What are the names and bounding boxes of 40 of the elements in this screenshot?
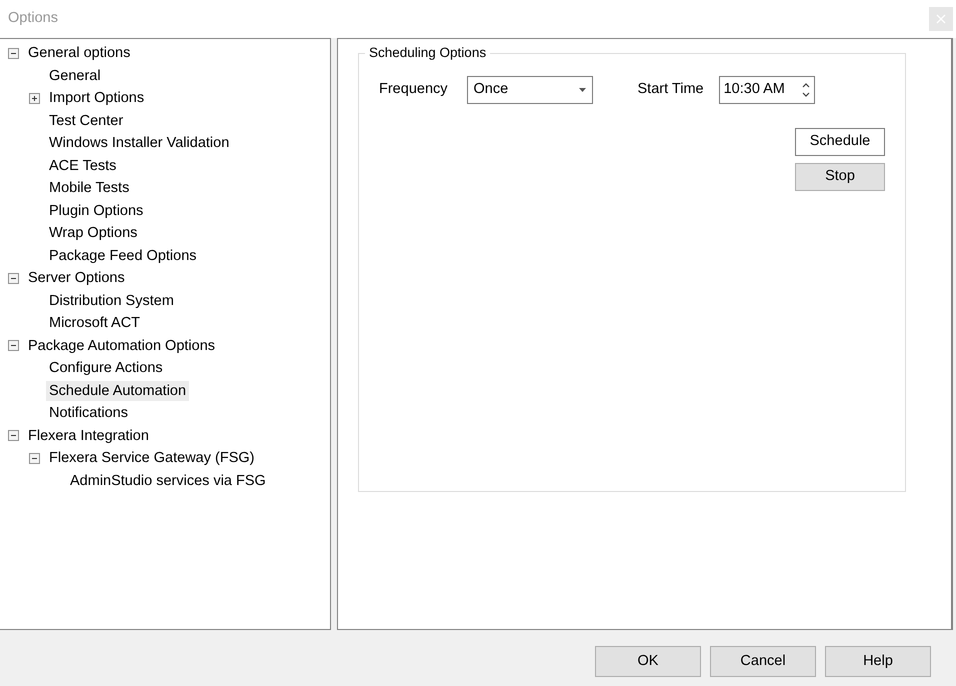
window-title: Options (8, 9, 58, 28)
tree-item[interactable]: Configure Actions (46, 358, 166, 378)
tree-item[interactable]: Server Options (25, 268, 128, 288)
dialog-button[interactable]: OK (595, 646, 701, 677)
frequency-label: Frequency (379, 80, 448, 100)
collapse-icon[interactable] (29, 452, 40, 464)
spinner-icon (802, 82, 810, 98)
close-icon (936, 14, 946, 24)
action-button[interactable]: Stop (795, 163, 885, 192)
dialog-button[interactable]: Help (825, 646, 931, 677)
collapse-icon[interactable] (8, 340, 19, 352)
tree-item[interactable]: AdminStudio services via FSG (67, 470, 269, 491)
start-time-field[interactable]: 10:30 AM (718, 76, 815, 104)
dialog-button[interactable]: Cancel (710, 646, 816, 677)
collapse-icon[interactable] (8, 272, 19, 284)
start-time-label: Start Time (638, 80, 704, 100)
tree-item[interactable]: Package Automation Options (25, 336, 218, 356)
tree-item[interactable]: Distribution System (46, 290, 177, 311)
tree-item[interactable]: Plugin Options (46, 200, 146, 221)
tree-item[interactable]: Import Options (46, 88, 148, 108)
action-button[interactable]: Schedule (795, 128, 885, 156)
tree-item[interactable]: Flexera Integration (25, 426, 152, 446)
frequency-dropdown[interactable]: Once (466, 76, 593, 104)
group-title: Scheduling Options (365, 45, 490, 61)
tree-item[interactable]: General (46, 66, 104, 86)
tree-item[interactable]: Notifications (46, 403, 131, 424)
expand-icon[interactable] (29, 92, 40, 104)
tree-item[interactable]: Windows Installer Validation (46, 133, 232, 154)
tree-item[interactable]: Microsoft ACT (46, 313, 144, 334)
tree-item[interactable]: ACE Tests (46, 156, 120, 176)
tree-item[interactable]: Mobile Tests (46, 178, 132, 198)
tree-item[interactable]: Test Center (46, 110, 126, 131)
collapse-icon[interactable] (8, 48, 19, 59)
tree-item[interactable]: Schedule Automation (46, 380, 190, 401)
tree-item[interactable]: General options (25, 43, 134, 64)
tree-item[interactable]: Package Feed Options (46, 246, 200, 266)
tree-item[interactable]: Flexera Service Gateway (FSG) (46, 448, 258, 468)
tree-item[interactable]: Wrap Options (46, 223, 140, 244)
collapse-icon[interactable] (8, 430, 19, 442)
dropdown-arrow-icon (578, 88, 586, 92)
